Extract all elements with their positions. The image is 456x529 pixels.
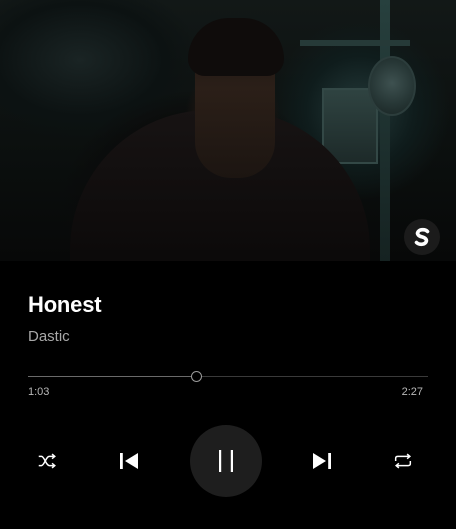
total-duration: 2:27 xyxy=(401,386,423,398)
previous-track-button[interactable] xyxy=(113,445,145,477)
play-pause-button[interactable] xyxy=(190,425,262,497)
album-artwork xyxy=(0,0,456,261)
shuffle-button[interactable] xyxy=(33,447,61,475)
pause-icon xyxy=(219,450,233,472)
artwork-background-rail xyxy=(300,40,410,46)
spinnin-records-logo-icon xyxy=(404,219,440,255)
shuffle-icon xyxy=(38,453,56,469)
artwork-background-clock xyxy=(368,56,416,116)
skip-previous-icon xyxy=(120,453,138,469)
repeat-button[interactable] xyxy=(389,447,417,475)
next-track-button[interactable] xyxy=(306,445,338,477)
progress-bar[interactable] xyxy=(28,371,428,383)
repeat-icon xyxy=(394,453,412,469)
track-title: Honest xyxy=(28,292,102,317)
elapsed-time: 1:03 xyxy=(28,386,50,398)
progress-knob[interactable] xyxy=(190,371,202,382)
track-artist[interactable]: Dastic xyxy=(28,328,70,345)
artwork-person-hair xyxy=(188,18,284,76)
progress-fill xyxy=(28,376,197,377)
skip-next-icon xyxy=(313,453,331,469)
music-player: Honest Dastic 1:03 2:27 xyxy=(0,0,456,529)
